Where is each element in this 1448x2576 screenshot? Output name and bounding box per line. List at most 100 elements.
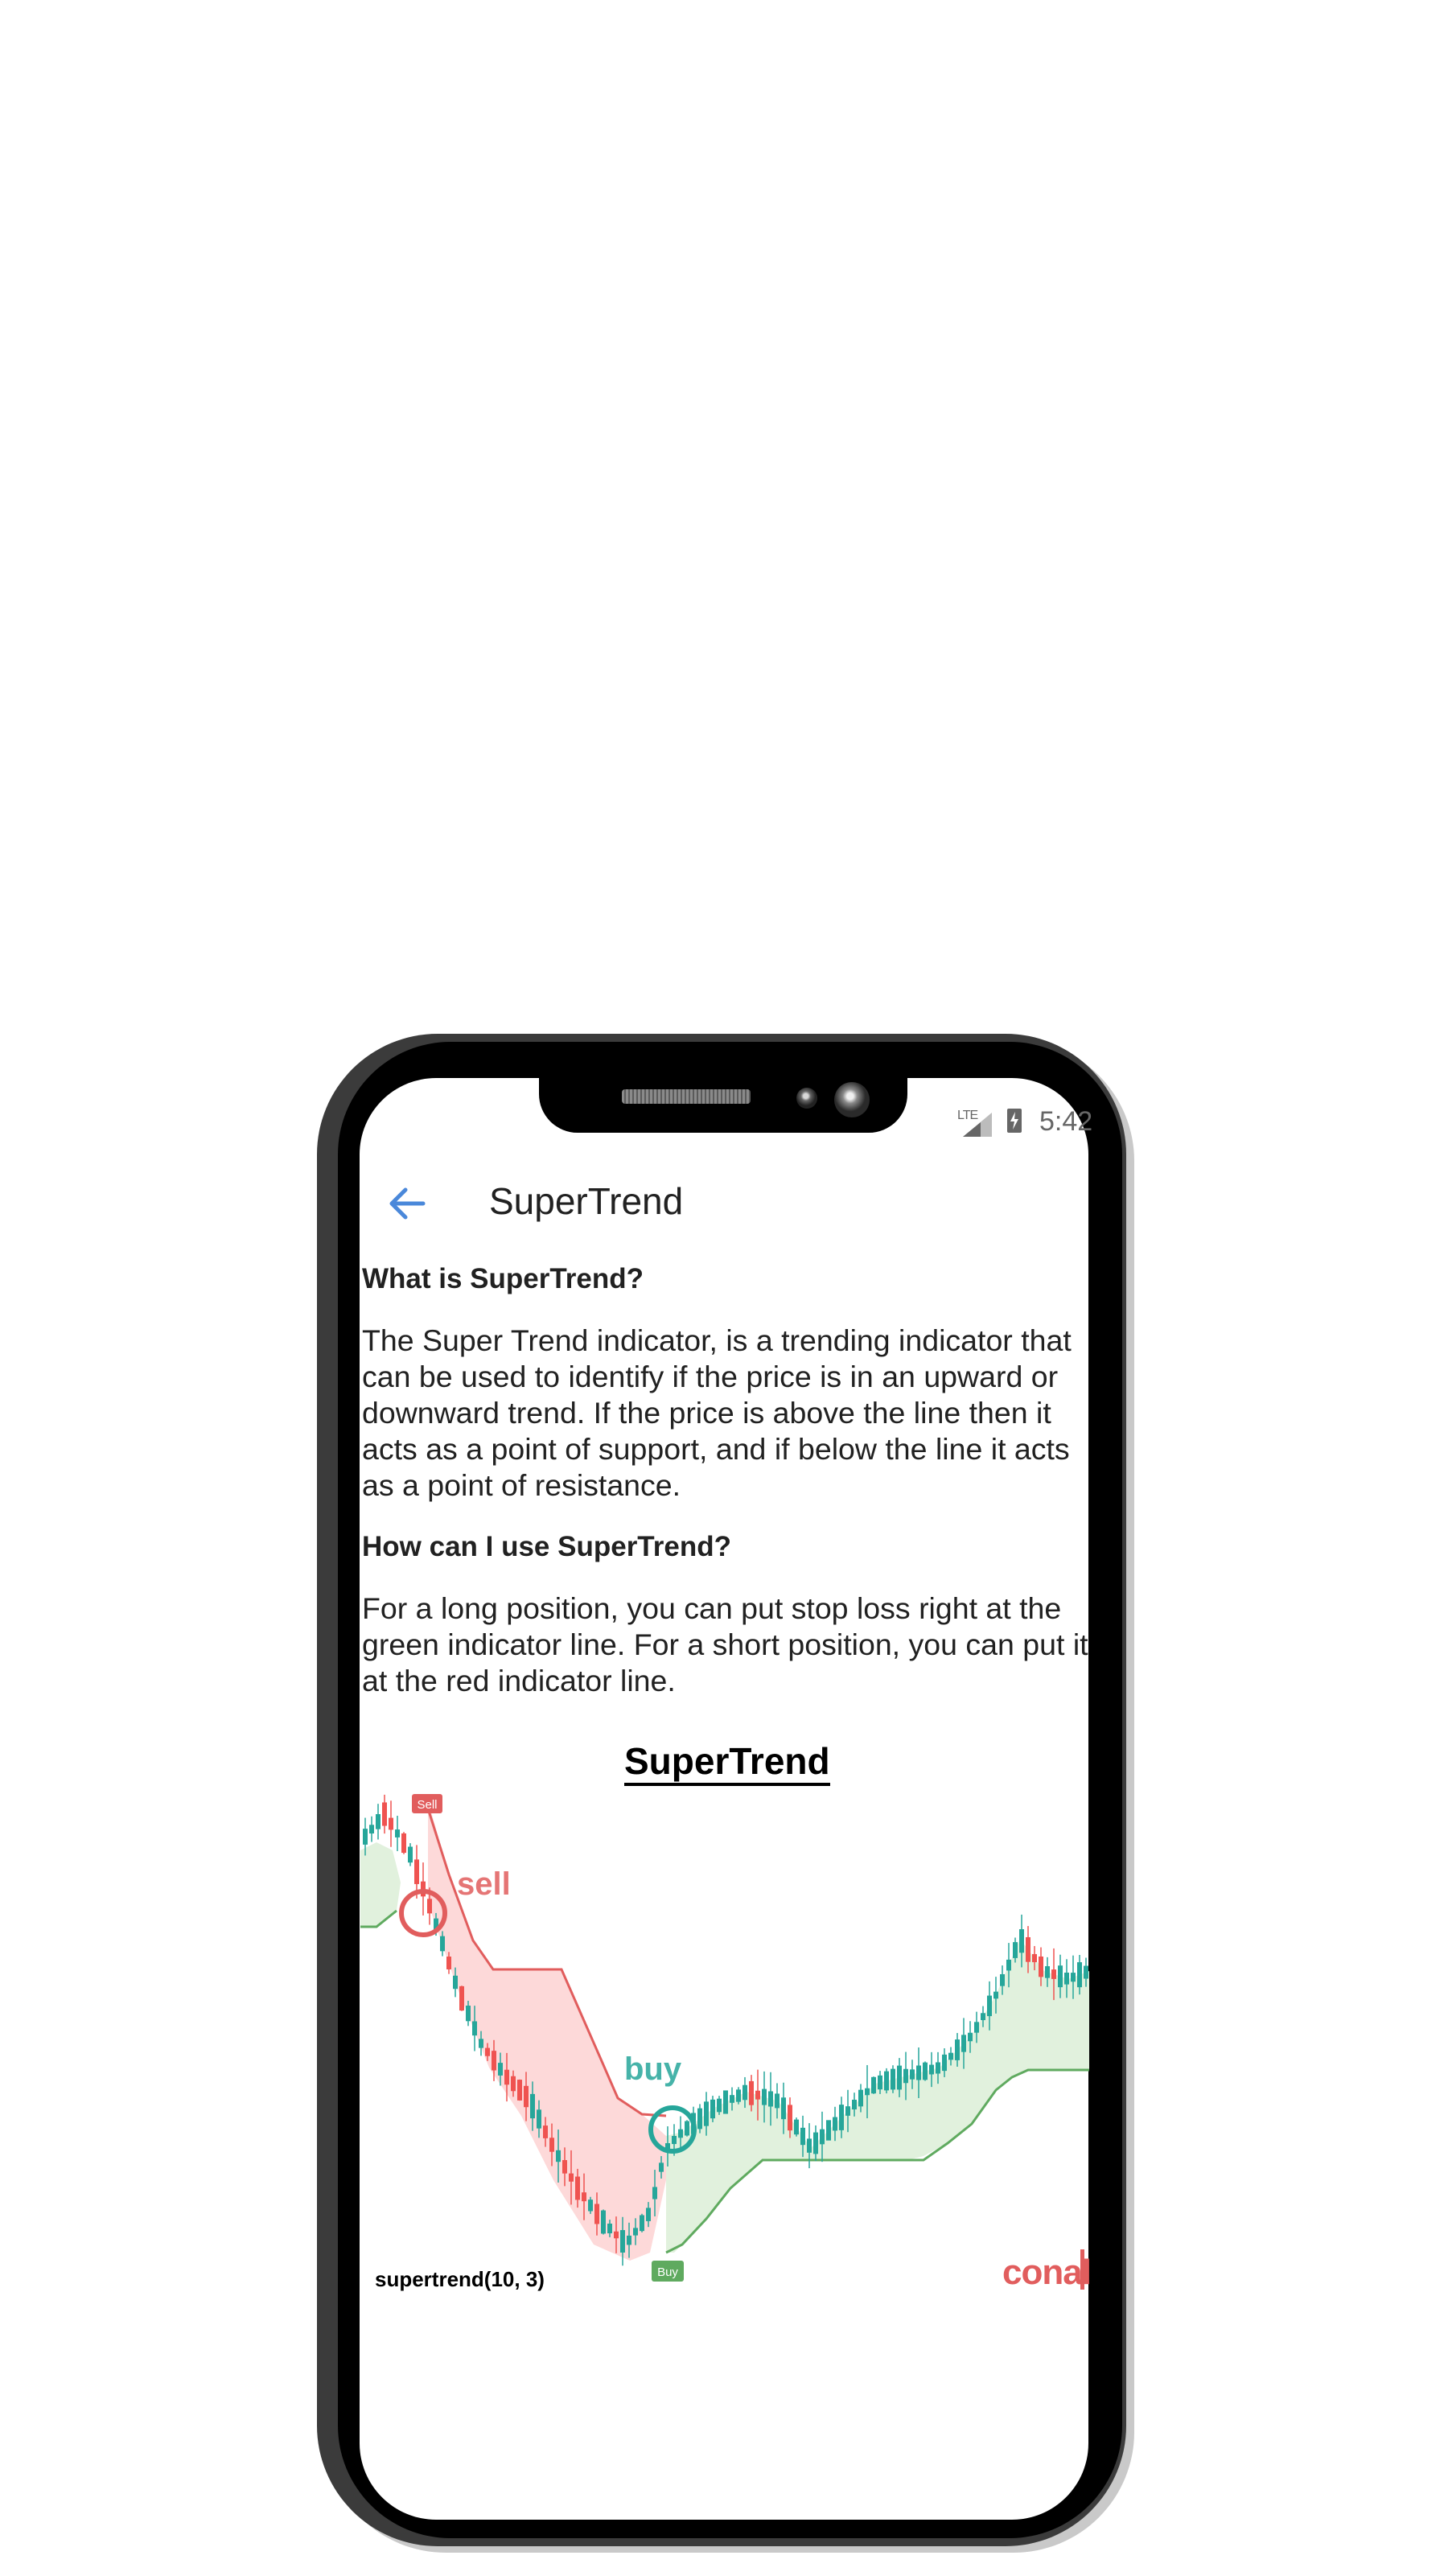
candle-body [704,2101,709,2126]
candle-body [453,1975,458,1990]
candle-body [755,2090,760,2100]
candle-body [363,1829,368,1845]
article-content: What is SuperTrend? The Super Trend indi… [362,1261,1089,1725]
battery-icon [1007,1109,1022,1133]
candle-body [865,2088,870,2096]
sell-annotation: sell [457,1866,511,1902]
candle-body [981,2013,985,2021]
candle-body [472,2021,477,2036]
candle-body [807,2138,812,2153]
candle-body [710,2099,715,2119]
candle-body [582,2192,586,2202]
candle-body [852,2099,857,2110]
candle-body [376,1814,381,1829]
supertrend-illustration: Sell Buy sell buy SuperTrend supertrend(… [360,1730,1092,2309]
candle-body [762,2088,767,2105]
status-time: 5:42 [1039,1106,1093,1137]
candle-body [768,2091,773,2107]
candle-body [800,2127,805,2146]
candle-body [968,2032,973,2042]
candle-body [556,2150,561,2162]
candle-body [594,2204,599,2224]
candle-body [1006,1959,1011,1971]
candle-body [1032,1953,1037,1963]
candle-body [1039,1956,1043,1977]
front-camera-icon [834,1082,870,1117]
figure-caption: supertrend(10, 3) [375,2267,545,2291]
uptrend-fill [360,1842,401,1927]
buy-annotation: buy [624,2051,682,2087]
candle-body [961,2035,966,2052]
section-body: For a long position, you can put stop lo… [362,1591,1088,1697]
candle-body [601,2210,606,2234]
candle-body [1064,1973,1069,1985]
candle-body [537,2109,541,2129]
candle-body [672,2135,677,2145]
candle-body [652,2187,657,2199]
candle-body [620,2230,625,2253]
brand-logo: conal [1002,2253,1092,2292]
candle-body [678,2129,683,2138]
candle-body [427,1899,432,1914]
brand-logo-mark [1080,2249,1084,2290]
candle-body [459,1985,464,2011]
candle-body [389,1817,393,1830]
section-body: The Super Trend indicator, is a trending… [362,1323,1072,1502]
candle-body [839,2105,844,2130]
candle-body [382,1802,387,1826]
candle-body [549,2138,554,2152]
candle-body [923,2062,928,2080]
candle-body [884,2071,889,2091]
sell-tag-label: Sell [417,1798,437,1812]
candle-body [504,2069,509,2085]
candle-body [395,1829,400,1837]
candle-body [871,2076,876,2094]
candle-body [530,2093,535,2119]
candle-body [1019,1929,1024,1953]
candle-body [524,2085,529,2108]
candle-body [369,1825,374,1834]
candle-body [1071,1973,1076,1982]
candle-body [987,1995,992,2017]
candle-body [955,2039,960,2060]
candle-body [736,2089,741,2102]
candle-body [820,2129,825,2145]
buy-tag-label: Buy [657,2265,678,2279]
candle-body [775,2093,780,2109]
candle-body [466,2006,471,2022]
candle-body [749,2080,754,2105]
candle-body [640,2215,644,2232]
candle-body [627,2235,631,2245]
candle-body [974,2022,979,2033]
candle-body [401,1833,406,1854]
candle-body [659,2162,664,2172]
candle-body [948,2052,953,2060]
candle-body [903,2068,908,2084]
candle-body [1058,1965,1063,1988]
candle-body [492,2051,496,2071]
uptrend-fill [666,1939,1089,2253]
candle-body [1045,1966,1050,1978]
candle-body [942,2054,947,2072]
candle-body [936,2062,940,2074]
candle-body [897,2065,902,2090]
candlestick-chart: Sell Buy sell buy [360,1794,1089,2282]
back-button[interactable] [381,1177,434,1230]
candle-body [826,2120,831,2141]
candle-body [833,2117,837,2131]
candle-body [730,2095,734,2103]
candle-body [607,2223,612,2234]
candle-body [916,2065,921,2080]
candle-body [569,2173,574,2182]
candle-body [633,2228,638,2236]
candle-body [479,2039,483,2048]
speaker-grille [622,1089,751,1104]
candle-body [723,2090,728,2114]
candle-body [858,2089,863,2107]
candle-body [929,2064,934,2075]
candle-body [910,2069,915,2080]
page-title: SuperTrend [489,1180,684,1222]
candle-body [717,2098,722,2113]
candle-body [1077,1962,1082,1988]
candle-body [891,2068,895,2090]
